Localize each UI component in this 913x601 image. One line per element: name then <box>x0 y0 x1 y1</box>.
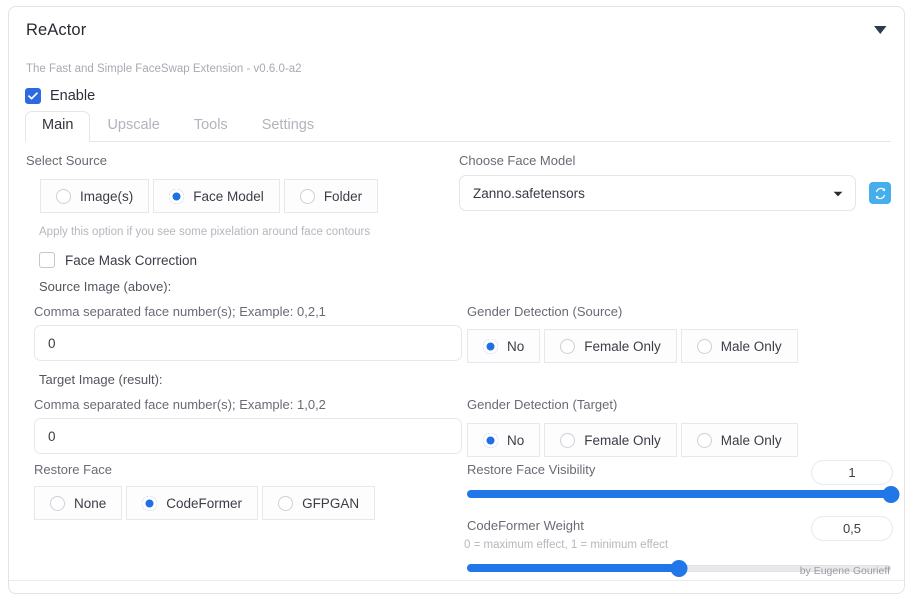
radio-dot <box>169 188 185 204</box>
radio-dot <box>696 432 712 448</box>
restore-face-label: Restore Face <box>34 462 113 477</box>
target-image-section-label: Target Image (result): <box>39 372 163 387</box>
restore-face-radio-group: None CodeFormer GFPGAN <box>34 486 376 520</box>
tab-settings[interactable]: Settings <box>245 111 331 141</box>
gender-source-option-male[interactable]: Male Only <box>680 329 798 363</box>
slider-thumb[interactable] <box>882 485 900 503</box>
restore-face-visibility-label: Restore Face Visibility <box>467 462 596 477</box>
target-face-numbers-input[interactable] <box>34 418 462 454</box>
gender-target-option-male[interactable]: Male Only <box>680 423 798 457</box>
extension-subtitle: The Fast and Simple FaceSwap Extension -… <box>26 63 302 75</box>
face-mask-label: Face Mask Correction <box>65 252 198 268</box>
gender-target-radio-group: No Female Only Male Only <box>467 423 798 457</box>
source-option-images[interactable]: Image(s) <box>40 179 150 213</box>
tab-tools[interactable]: Tools <box>177 111 245 141</box>
footer-divider <box>9 580 904 581</box>
radio-dot <box>560 432 576 448</box>
source-image-section-label: Source Image (above): <box>39 279 172 294</box>
radio-dot <box>696 338 712 354</box>
source-option-label: Image(s) <box>80 188 134 204</box>
radio-dot <box>560 338 576 354</box>
chevron-down-icon <box>833 184 843 202</box>
refresh-face-models-button[interactable] <box>869 182 891 204</box>
face-mask-checkbox[interactable] <box>39 252 55 268</box>
face-model-dropdown[interactable]: Zanno.safetensors <box>459 175 856 211</box>
restore-option-label: GFPGAN <box>302 495 360 511</box>
choose-face-model-label: Choose Face Model <box>459 153 576 168</box>
gender-target-option-label: No <box>507 432 525 448</box>
radio-dot <box>278 495 294 511</box>
author-credit: by Eugene Gourieff <box>799 565 890 577</box>
source-option-folder[interactable]: Folder <box>283 179 379 213</box>
radio-dot <box>142 495 158 511</box>
gender-source-option-no[interactable]: No <box>467 329 541 363</box>
restore-option-label: None <box>74 495 107 511</box>
tab-upscale[interactable]: Upscale <box>90 111 176 141</box>
tab-bar: Main Upscale Tools Settings <box>25 111 891 142</box>
gender-source-radio-group: No Female Only Male Only <box>467 329 798 363</box>
face-mask-hint: Apply this option if you see some pixela… <box>39 226 371 238</box>
gender-source-option-label: No <box>507 338 525 354</box>
face-mask-checkbox-row[interactable]: Face Mask Correction <box>39 252 197 268</box>
select-source-label: Select Source <box>26 153 107 168</box>
target-face-numbers-label: Comma separated face number(s); Example:… <box>34 397 326 412</box>
source-option-face-model[interactable]: Face Model <box>153 179 280 213</box>
restore-face-visibility-slider[interactable] <box>467 485 900 503</box>
restore-option-gfpgan[interactable]: GFPGAN <box>262 486 376 520</box>
gender-source-option-female[interactable]: Female Only <box>544 329 677 363</box>
gender-source-option-label: Female Only <box>584 338 661 354</box>
slider-thumb[interactable] <box>670 559 688 577</box>
page-title: ReActor <box>26 21 87 39</box>
face-model-value: Zanno.safetensors <box>473 185 585 201</box>
select-source-radio-group: Image(s) Face Model Folder <box>40 179 379 213</box>
radio-dot <box>50 495 65 511</box>
source-option-label: Face Model <box>193 188 264 204</box>
gender-target-option-label: Female Only <box>584 432 661 448</box>
radio-dot <box>299 188 315 204</box>
codeformer-weight-value[interactable]: 0,5 <box>811 516 893 541</box>
restore-option-codeformer[interactable]: CodeFormer <box>126 486 259 520</box>
slider-fill <box>467 490 891 498</box>
source-face-numbers-input[interactable] <box>34 325 462 361</box>
tab-main[interactable]: Main <box>25 111 91 142</box>
source-option-label: Folder <box>323 188 363 204</box>
gender-detection-target-label: Gender Detection (Target) <box>467 397 618 412</box>
chevron-down-icon[interactable] <box>869 19 891 41</box>
restore-option-label: CodeFormer <box>166 495 243 511</box>
radio-dot <box>56 188 71 204</box>
restore-face-visibility-value[interactable]: 1 <box>811 460 893 485</box>
enable-label: Enable <box>50 88 96 104</box>
source-face-numbers-label: Comma separated face number(s); Example:… <box>34 304 326 319</box>
restore-option-none[interactable]: None <box>34 486 123 520</box>
reactor-panel: ReActor The Fast and Simple FaceSwap Ext… <box>8 6 905 594</box>
gender-source-option-label: Male Only <box>720 338 782 354</box>
codeformer-weight-hint: 0 = maximum effect, 1 = minimum effect <box>464 539 669 551</box>
gender-target-option-no[interactable]: No <box>467 423 541 457</box>
slider-fill <box>467 564 679 572</box>
refresh-icon <box>875 187 885 199</box>
gender-target-option-female[interactable]: Female Only <box>544 423 677 457</box>
enable-checkbox-row[interactable]: Enable <box>25 88 95 104</box>
gender-detection-source-label: Gender Detection (Source) <box>467 304 623 319</box>
radio-dot <box>483 338 498 354</box>
enable-checkbox[interactable] <box>25 88 41 104</box>
codeformer-weight-label: CodeFormer Weight <box>467 518 584 533</box>
gender-target-option-label: Male Only <box>720 432 782 448</box>
radio-dot <box>483 432 498 448</box>
